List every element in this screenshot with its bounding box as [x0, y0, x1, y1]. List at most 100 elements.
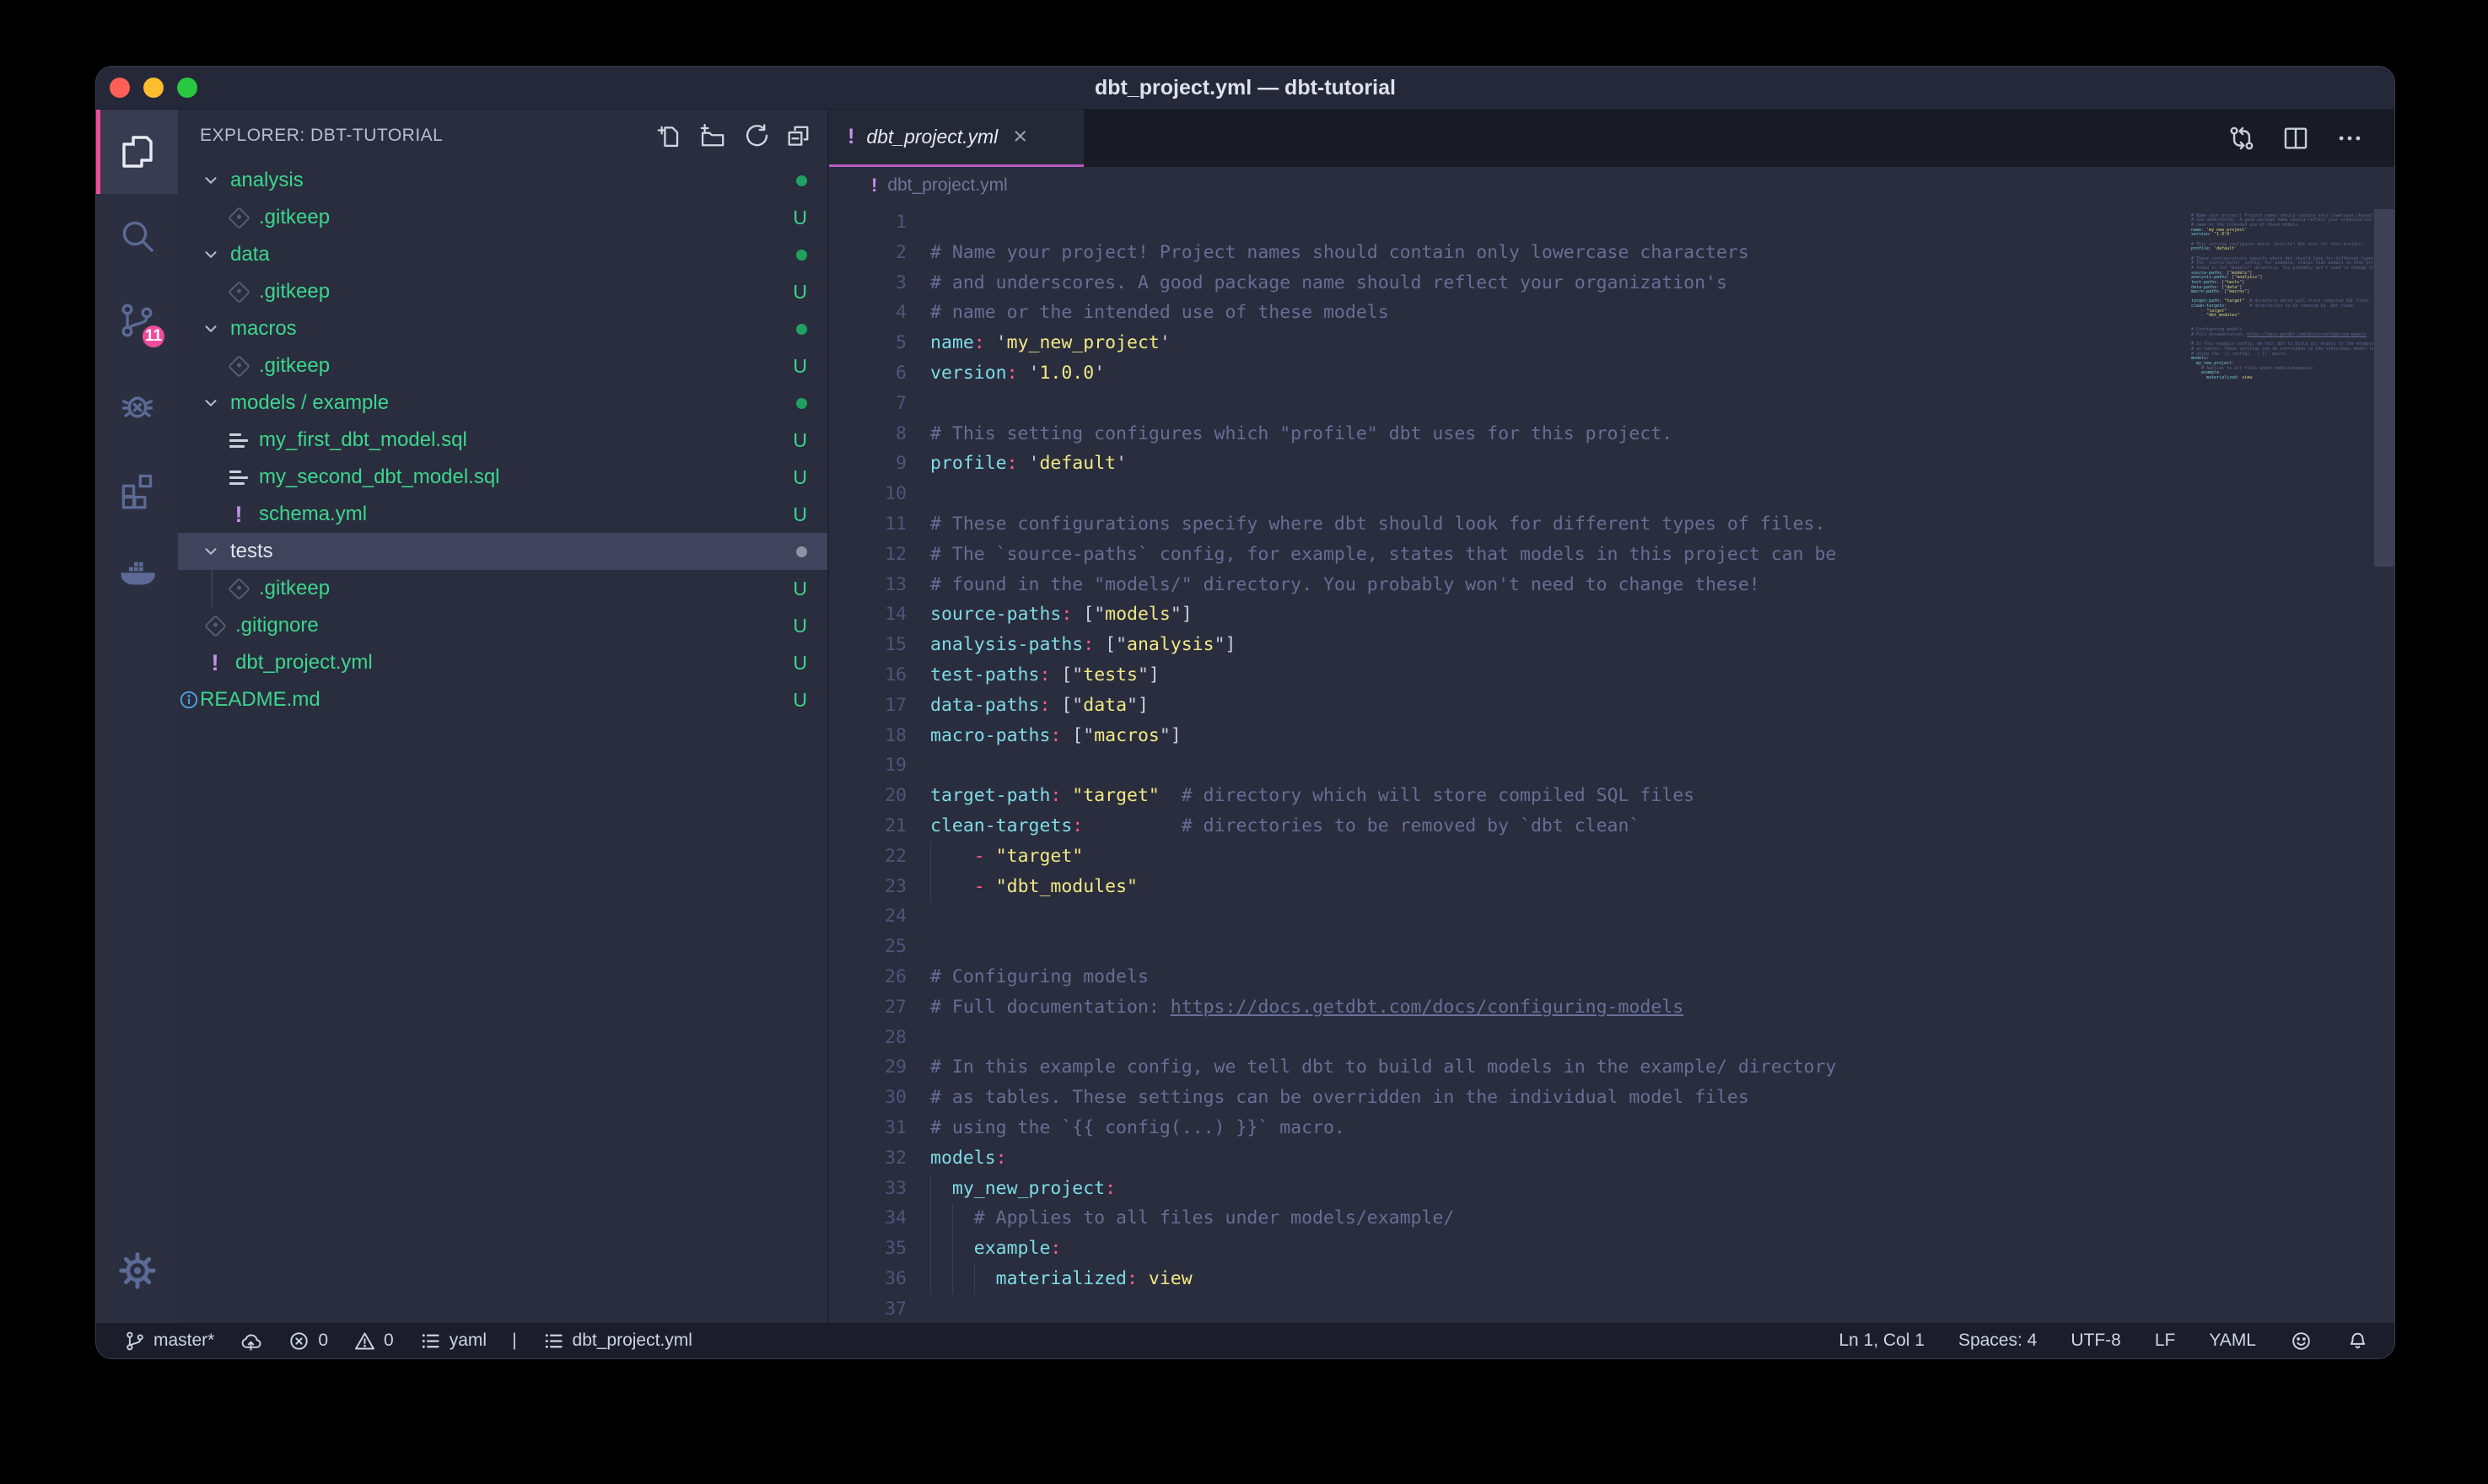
- refresh-explorer-button[interactable]: [741, 122, 769, 150]
- code-line-27[interactable]: 27# Full documentation: https://docs.get…: [829, 992, 2394, 1023]
- code-line-28[interactable]: 28: [829, 1023, 2394, 1053]
- new-file-button[interactable]: [655, 122, 683, 150]
- status-feedback[interactable]: [2290, 1330, 2313, 1352]
- status-cursor-position[interactable]: Ln 1, Col 1: [1839, 1331, 1925, 1351]
- status-indentation[interactable]: Spaces: 4: [1958, 1331, 2037, 1351]
- close-tab-icon[interactable]: ×: [1013, 125, 1027, 149]
- status-publish-changes[interactable]: [240, 1330, 262, 1352]
- tree-item-macros[interactable]: macros: [178, 310, 827, 347]
- tree-item-label: data: [230, 243, 270, 266]
- status-warnings[interactable]: 0: [353, 1330, 394, 1352]
- close-window-button[interactable]: [110, 78, 130, 98]
- code-line-21[interactable]: 21clean-targets: # directories to be rem…: [829, 811, 2394, 841]
- activity-search[interactable]: [96, 194, 178, 278]
- tree-item--gitkeep[interactable]: .gitkeepU: [178, 570, 827, 607]
- activity-run-and-debug[interactable]: [96, 363, 178, 447]
- explorer-title: EXPLORER: DBT-TUTORIAL: [200, 126, 443, 146]
- tree-item-models-example[interactable]: models / example: [178, 384, 827, 422]
- code-line-13[interactable]: 13# found in the "models/" directory. Yo…: [829, 570, 2394, 600]
- code-line-3[interactable]: 3# and underscores. A good package name …: [829, 268, 2394, 298]
- status-git-branch-status[interactable]: master*: [123, 1330, 214, 1352]
- chevron-down-icon: [202, 171, 220, 190]
- code-line-22[interactable]: 22 - "target": [829, 841, 2394, 872]
- code-line-4[interactable]: 4# name or the intended use of these mod…: [829, 298, 2394, 328]
- more-actions-button[interactable]: [2335, 124, 2364, 153]
- code-line-24[interactable]: 24: [829, 901, 2394, 932]
- zoom-window-button[interactable]: [177, 78, 197, 98]
- code-line-7[interactable]: 7: [829, 389, 2394, 419]
- code-editor[interactable]: 12# Name your project! Project names sho…: [829, 204, 2394, 1323]
- code-line-37[interactable]: 37: [829, 1294, 2394, 1323]
- code-line-6[interactable]: 6version: '1.0.0': [829, 358, 2394, 389]
- tree-item--gitignore[interactable]: .gitignoreU: [178, 607, 827, 644]
- code-line-33[interactable]: 33 my_new_project:: [829, 1174, 2394, 1204]
- activity-manage[interactable]: [96, 1229, 178, 1313]
- status-language-mode[interactable]: YAML: [2209, 1331, 2256, 1351]
- status-errors[interactable]: 0: [288, 1330, 328, 1352]
- open-changes-button[interactable]: [2227, 124, 2256, 153]
- code-line-19[interactable]: 19: [829, 750, 2394, 781]
- tree-item--gitkeep[interactable]: .gitkeepU: [178, 199, 827, 236]
- activity-source-control[interactable]: 11: [96, 278, 178, 363]
- status-end-of-line[interactable]: LF: [2155, 1331, 2176, 1351]
- title-bar[interactable]: dbt_project.yml — dbt-tutorial: [96, 67, 2394, 110]
- code-line-2[interactable]: 2# Name your project! Project names shou…: [829, 238, 2394, 268]
- editor-scrollbar[interactable]: [2374, 209, 2394, 567]
- code-line-20[interactable]: 20target-path: "target" # directory whic…: [829, 781, 2394, 811]
- code-line-17[interactable]: 17data-paths: ["data"]: [829, 691, 2394, 721]
- code-line-36[interactable]: 36 materialized: view: [829, 1264, 2394, 1294]
- code-line-12[interactable]: 12# The `source-paths` config, for examp…: [829, 540, 2394, 570]
- activity-explorer[interactable]: [96, 110, 178, 194]
- tree-item--gitkeep[interactable]: .gitkeepU: [178, 273, 827, 310]
- code-line-34[interactable]: 34 # Applies to all files under models/e…: [829, 1203, 2394, 1234]
- tree-item-analysis[interactable]: analysis: [178, 162, 827, 199]
- code-line-1[interactable]: 1: [829, 207, 2394, 238]
- tree-item-schema-yml[interactable]: !schema.ymlU: [178, 496, 827, 533]
- code-line-9[interactable]: 9profile: 'default': [829, 449, 2394, 479]
- code-line-25[interactable]: 25: [829, 932, 2394, 962]
- code-line-26[interactable]: 26# Configuring models: [829, 962, 2394, 992]
- code-line-11[interactable]: 11# These configurations specify where d…: [829, 509, 2394, 540]
- line-number: 10: [829, 479, 907, 509]
- code-line-35[interactable]: 35 example:: [829, 1234, 2394, 1264]
- tree-item-dbt-project-yml[interactable]: !dbt_project.ymlU: [178, 644, 827, 681]
- new-folder-button[interactable]: [698, 122, 726, 150]
- code-line-10[interactable]: 10: [829, 479, 2394, 509]
- code-line-18[interactable]: 18macro-paths: ["macros"]: [829, 721, 2394, 751]
- tree-item-my-first-dbt-model-sql[interactable]: my_first_dbt_model.sqlU: [178, 422, 827, 459]
- status-file-problems[interactable]: dbt_project.yml: [542, 1330, 692, 1352]
- tree-item-data[interactable]: data: [178, 236, 827, 273]
- collapse-folders-button[interactable]: [784, 122, 812, 150]
- status-label: yaml: [450, 1331, 487, 1351]
- list-selector-icon: [542, 1330, 565, 1352]
- minimap[interactable]: # Name your project! Project names shoul…: [2191, 209, 2373, 385]
- activity-docker[interactable]: [96, 531, 178, 616]
- code-line-29[interactable]: 29# In this example config, we tell dbt …: [829, 1052, 2394, 1083]
- code-line-31[interactable]: 31# using the `{{ config(...) }}` macro.: [829, 1113, 2394, 1143]
- code-line-8[interactable]: 8# This setting configures which "profil…: [829, 419, 2394, 449]
- minimize-window-button[interactable]: [143, 78, 164, 98]
- line-number: 29: [829, 1052, 907, 1083]
- warning-icon: !: [227, 503, 250, 526]
- code-line-14[interactable]: 14source-paths: ["models"]: [829, 600, 2394, 630]
- breadcrumb[interactable]: ! dbt_project.yml: [829, 167, 2394, 204]
- code-line-30[interactable]: 30# as tables. These settings can be ove…: [829, 1083, 2394, 1113]
- breadcrumb-file[interactable]: dbt_project.yml: [887, 175, 1007, 196]
- tab-dbt-project-yml[interactable]: ! dbt_project.yml ×: [829, 110, 1084, 167]
- status-notifications[interactable]: [2346, 1330, 2369, 1352]
- activity-extensions[interactable]: [96, 447, 178, 531]
- code-line-32[interactable]: 32models:: [829, 1143, 2394, 1174]
- code-line-16[interactable]: 16test-paths: ["tests"]: [829, 660, 2394, 691]
- status-yaml-problems[interactable]: yaml: [419, 1330, 487, 1352]
- tree-item-tests[interactable]: tests: [178, 533, 827, 570]
- gear-icon: [117, 1250, 158, 1291]
- split-editor-button[interactable]: [2281, 124, 2310, 153]
- code-line-15[interactable]: 15analysis-paths: ["analysis"]: [829, 630, 2394, 660]
- status-encoding[interactable]: UTF-8: [2071, 1331, 2121, 1351]
- tab-bar: ! dbt_project.yml ×: [829, 110, 2394, 167]
- code-line-23[interactable]: 23 - "dbt_modules": [829, 872, 2394, 902]
- tree-item-readme-md[interactable]: README.mdU: [178, 681, 827, 718]
- tree-item-my-second-dbt-model-sql[interactable]: my_second_dbt_model.sqlU: [178, 459, 827, 496]
- code-line-5[interactable]: 5name: 'my_new_project': [829, 328, 2394, 358]
- tree-item--gitkeep[interactable]: .gitkeepU: [178, 347, 827, 384]
